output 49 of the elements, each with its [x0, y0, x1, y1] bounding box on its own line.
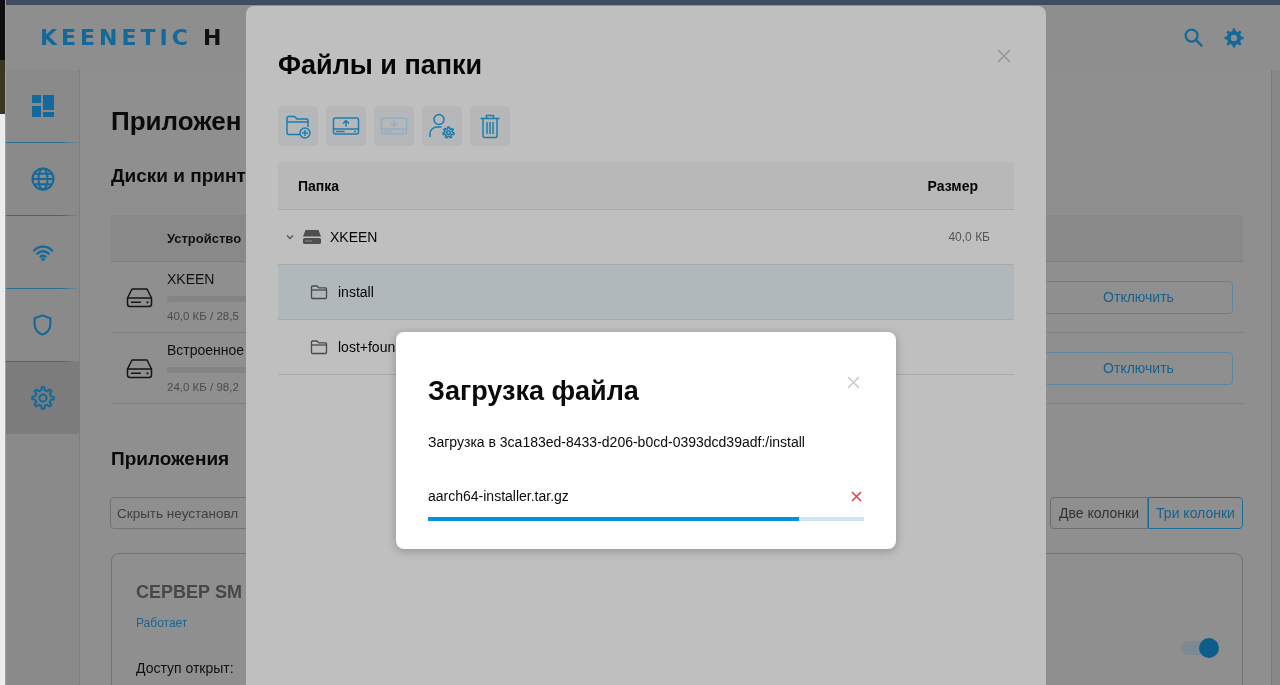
close-icon[interactable] [847, 376, 860, 389]
view-option-button[interactable]: Три колонки [1148, 497, 1243, 529]
close-icon[interactable] [997, 49, 1011, 63]
wifi-icon [31, 243, 54, 261]
settings-icon [30, 386, 55, 410]
delete-button[interactable] [470, 106, 510, 146]
chevron-icon[interactable] [286, 233, 294, 241]
usage-text: 40,0 КБ / 28,5 [167, 308, 239, 324]
sidebar-item[interactable] [6, 362, 79, 434]
logo-model: H [202, 24, 226, 51]
file-name: aarch64-installer.tar.gz [428, 487, 569, 506]
app-title: СЕРВЕР SM [136, 581, 243, 604]
dashboard-icon [31, 95, 54, 117]
drive-name: XKEEN [330, 229, 378, 245]
device-name: Встроенное [167, 341, 245, 359]
drive-icon [125, 357, 153, 379]
section-title: Приложения [111, 447, 230, 471]
destination-text: Загрузка в 3ca183ed-8433-d206-b0cd-0393dcd39adf:/install [428, 433, 805, 452]
column-header: Папка [298, 177, 340, 194]
device-name: XKEEN [167, 270, 215, 288]
drive-icon [125, 286, 153, 308]
folder-icon [310, 284, 328, 300]
view-option-button[interactable]: Две колонки [1050, 497, 1148, 529]
folder-icon [310, 339, 328, 355]
search-icon[interactable] [1184, 28, 1203, 47]
size-text: 40,0 КБ [948, 230, 990, 244]
usage-text: 24,0 КБ / 98,2 [167, 379, 239, 395]
folder-name: lost+foun [338, 339, 396, 355]
page-title: Приложен [111, 105, 242, 138]
folder-name: install [338, 284, 374, 300]
globe-icon [30, 167, 55, 191]
logo-brand: KEENETIC [40, 24, 192, 51]
tree-row[interactable]: install [278, 265, 1014, 320]
cancel-icon[interactable] [851, 490, 862, 502]
toggle-switch[interactable] [1181, 638, 1219, 658]
dialog-title: Загрузка файла [428, 375, 639, 407]
dialog-title: Файлы и папки [278, 49, 483, 81]
settings-icon[interactable] [1224, 27, 1244, 48]
drive-icon [302, 229, 322, 245]
upload-button[interactable] [326, 106, 366, 146]
new-folder-button[interactable] [278, 106, 318, 146]
section-title: Диски и принт [111, 164, 246, 188]
shield-icon [32, 313, 53, 337]
user-gear-icon [428, 112, 456, 140]
column-header: Устройство [167, 230, 242, 246]
column-header: Размер [927, 177, 978, 194]
permissions-button[interactable] [422, 106, 462, 146]
status-text: Работает [136, 615, 188, 631]
field-label: Доступ открыт: [136, 660, 234, 676]
